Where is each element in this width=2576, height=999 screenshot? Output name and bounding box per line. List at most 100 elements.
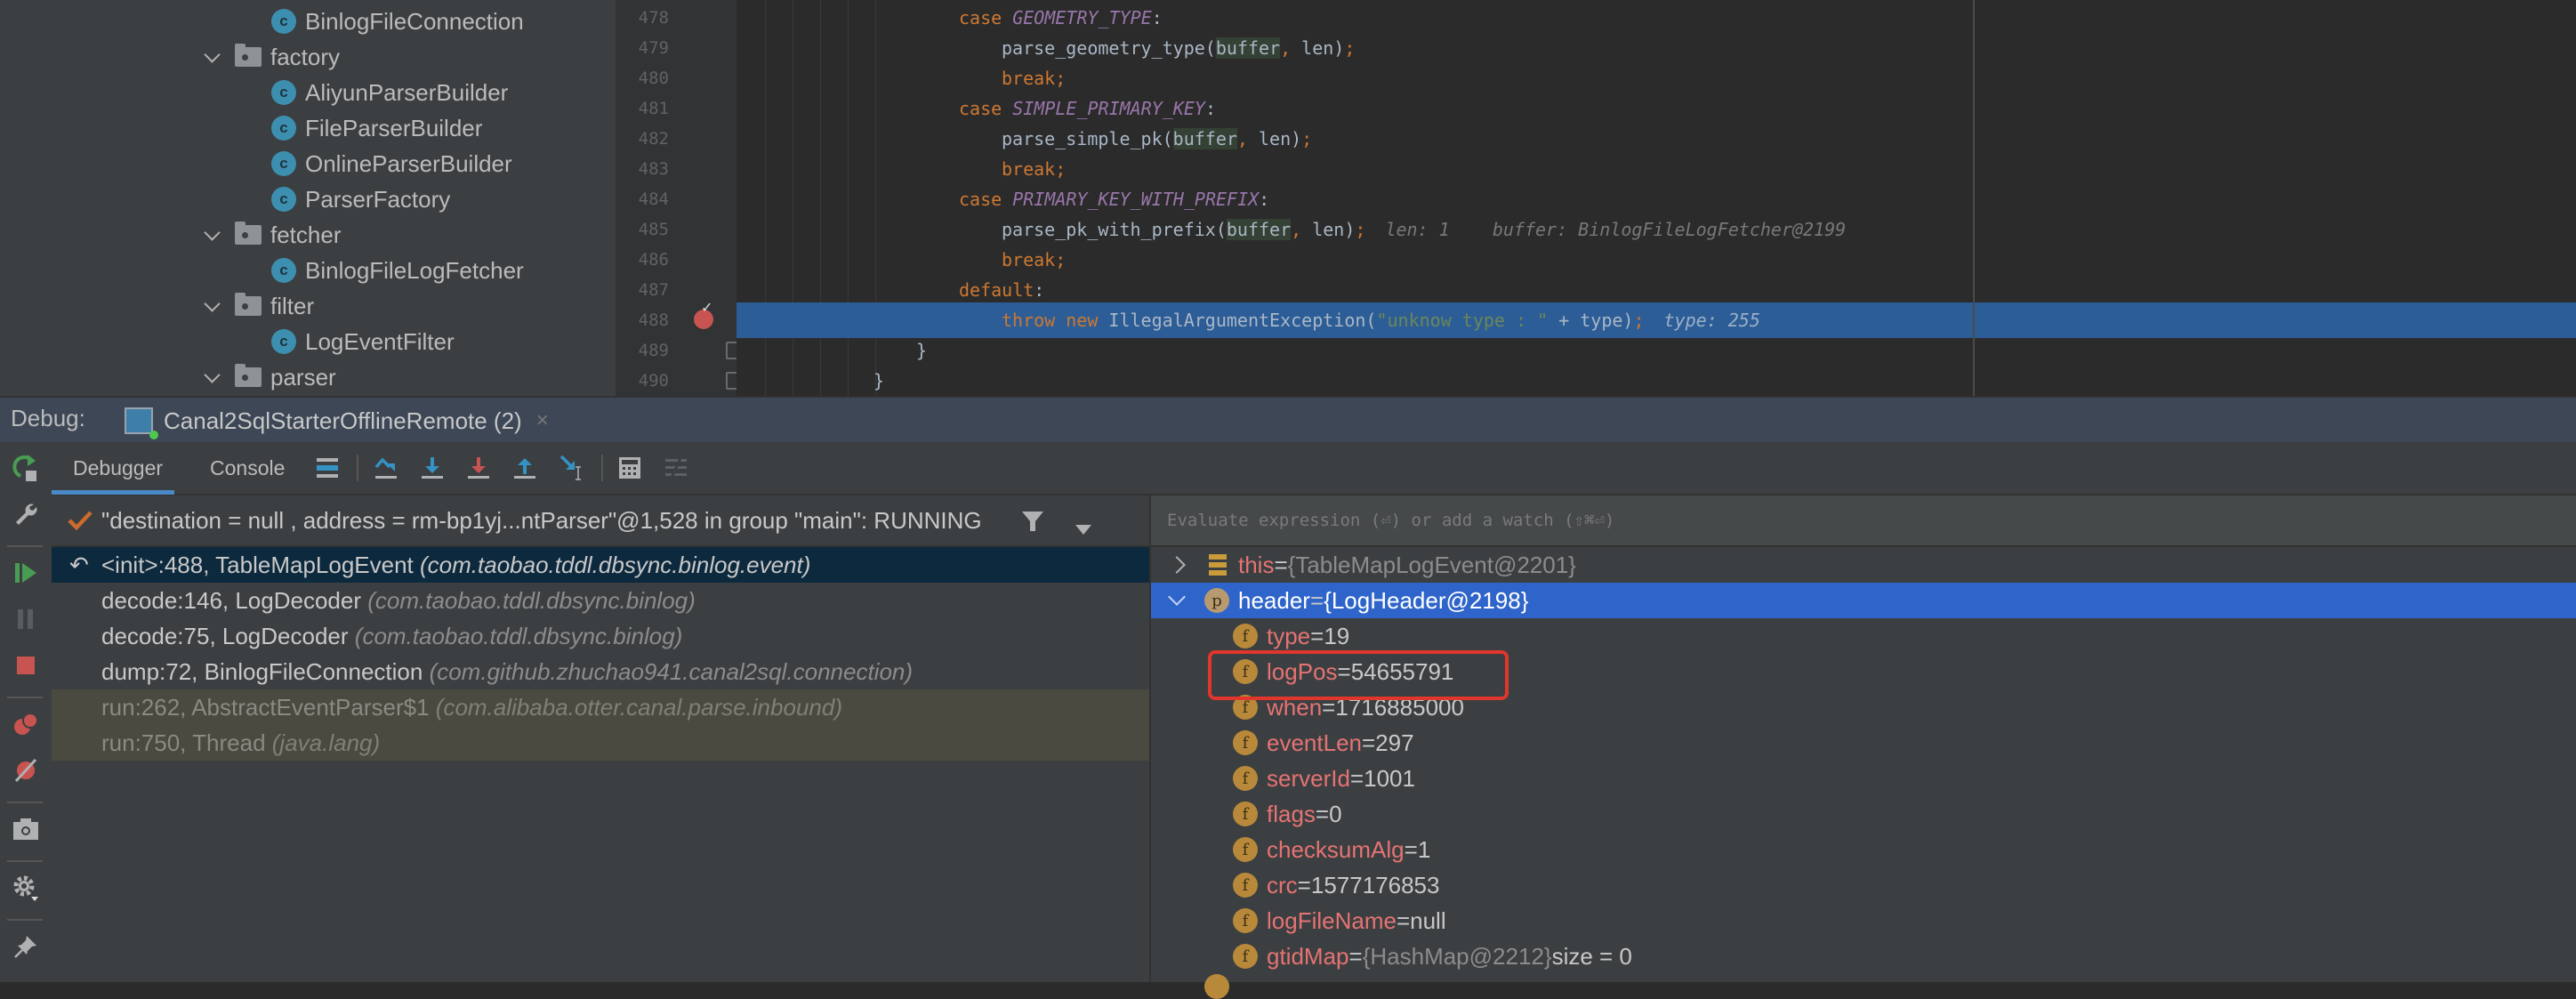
keyword: break; — [1002, 68, 1067, 89]
chevron-down-icon[interactable] — [203, 225, 222, 245]
frame-item[interactable]: ↶ <init>:488, TableMapLogEvent (com.taoba… — [52, 547, 1149, 583]
editor-gutter[interactable]: 478 479 480 481 482 483 484 485 486 487 … — [616, 0, 740, 396]
frame-package: (com.taobao.tddl.dbsync.binlog) — [367, 587, 696, 614]
tree-item-aliyunparserbuilder[interactable]: c AliyunParserBuilder — [271, 75, 508, 110]
tree-item-label: BinlogFileConnection — [305, 7, 524, 35]
tree-item-parserfactory[interactable]: c ParserFactory — [271, 181, 450, 217]
evaluate-expression-icon[interactable] — [612, 450, 648, 486]
breakpoint-icon[interactable] — [694, 299, 713, 329]
package-folder-icon — [235, 364, 262, 387]
step-into-icon[interactable] — [415, 450, 450, 486]
code-editor[interactable]: case GEOMETRY_TYPE: parse_geometry_type(… — [737, 0, 2576, 396]
tree-item-label: factory — [270, 43, 341, 70]
show-execution-point-icon[interactable] — [310, 450, 345, 486]
tree-item-onlineparserbuilder[interactable]: c OnlineParserBuilder — [271, 146, 512, 181]
tab-console[interactable]: Console — [210, 442, 285, 494]
tree-item-label: parser — [270, 363, 336, 391]
variable-value: 0 — [1329, 800, 1342, 827]
variable-row-field[interactable]: f gtidMap = {HashMap@2212} size = 0 — [1151, 939, 2576, 974]
field-icon: f — [1233, 873, 1258, 898]
variable-name: type — [1267, 622, 1311, 649]
view-breakpoints-icon[interactable] — [8, 706, 44, 742]
frame-item-library[interactable]: run:262, AbstractEventParser$1 (com.alib… — [52, 689, 1149, 725]
variable-row-field[interactable]: f crc = 1577176853 — [1151, 867, 2576, 903]
tree-item-factory[interactable]: factory — [203, 39, 340, 75]
tree-item-fileparserbuilder[interactable]: c FileParserBuilder — [271, 110, 482, 146]
force-step-into-icon[interactable] — [461, 450, 496, 486]
camera-icon[interactable] — [8, 811, 44, 847]
frame-item-library[interactable]: run:750, Thread (java.lang) — [52, 725, 1149, 761]
pause-icon[interactable] — [8, 601, 44, 637]
variable-row-field[interactable]: f checksumAlg = 1 — [1151, 832, 2576, 867]
code-text: len) — [1259, 128, 1302, 149]
constant: GEOMETRY_TYPE — [1012, 7, 1152, 28]
gear-icon[interactable] — [8, 870, 44, 906]
line-number: 490 — [638, 371, 669, 391]
chevron-down-icon[interactable] — [1168, 588, 1186, 606]
rerun-icon[interactable] — [8, 450, 44, 486]
stop-icon[interactable] — [8, 648, 44, 683]
step-over-icon[interactable] — [368, 450, 404, 486]
debug-side-toolbar — [0, 442, 53, 982]
pin-icon[interactable] — [8, 929, 44, 964]
chevron-down-icon[interactable] — [203, 296, 222, 316]
thread-selector[interactable]: "destination = null , address = rm-bp1yj… — [52, 495, 1149, 547]
frame-package: (com.taobao.tddl.dbsync.binlog) — [354, 623, 683, 649]
debug-session-tab[interactable]: Canal2SqlStarterOfflineRemote (2) × — [125, 398, 549, 444]
frame-method: decode:75, LogDecoder — [101, 623, 355, 649]
inline-debug-value: len: 1 buffer: BinlogFileLogFetcher@2199 — [1385, 219, 1847, 240]
frame-item[interactable]: decode:146, LogDecoder (com.taobao.tddl.… — [52, 583, 1149, 618]
variables-panel: this = {TableMapLogEvent@2201} p header … — [1149, 495, 2576, 999]
variable-name: checksumAlg — [1267, 835, 1405, 863]
trace-current-stream-icon[interactable] — [658, 450, 694, 486]
frame-method: run:262, AbstractEventParser$1 — [101, 694, 436, 721]
frame-item[interactable]: decode:75, LogDecoder (com.taobao.tddl.d… — [52, 618, 1149, 654]
tab-debugger[interactable]: Debugger — [73, 442, 163, 494]
code-text: , — [1280, 37, 1302, 59]
evaluate-expression-input[interactable] — [1165, 510, 2503, 531]
variable-row-header[interactable]: p header = {LogHeader@2198} — [1151, 583, 2576, 618]
close-icon[interactable]: × — [536, 408, 549, 433]
tree-item-binlogfilelogfetcher[interactable]: c BinlogFileLogFetcher — [271, 253, 524, 288]
variable-row-field[interactable]: f type = 19 — [1151, 618, 2576, 654]
frame-method: dump:72, BinlogFileConnection — [101, 658, 430, 685]
tree-item-label: filter — [270, 292, 315, 319]
code-line-490[interactable]: } — [737, 363, 2576, 396]
tree-item-filter[interactable]: filter — [203, 288, 314, 324]
frame-package: (com.taobao.tddl.dbsync.binlog.event) — [420, 552, 811, 578]
step-out-icon[interactable] — [507, 450, 543, 486]
variable-row-field[interactable]: f flags = 0 — [1151, 796, 2576, 832]
mute-breakpoints-icon[interactable] — [8, 753, 44, 788]
frame-item[interactable]: dump:72, BinlogFileConnection (com.githu… — [52, 654, 1149, 689]
keyword: break; — [1002, 249, 1067, 270]
tree-item-parser[interactable]: parser — [203, 359, 336, 395]
tree-item-binlogfileconnection[interactable]: c BinlogFileConnection — [271, 4, 524, 39]
dropdown-arrow-icon[interactable] — [1075, 515, 1092, 543]
resume-icon[interactable] — [8, 555, 44, 591]
field-icon-partial — [1204, 974, 1229, 999]
keyword: throw new — [1002, 310, 1109, 331]
variable-name: serverId — [1267, 764, 1350, 792]
settings-wrench-icon[interactable] — [8, 496, 44, 532]
variable-row-field[interactable]: f logFileName = null — [1151, 903, 2576, 939]
run-to-cursor-icon[interactable] — [555, 450, 591, 486]
tree-item-fetcher[interactable]: fetcher — [203, 217, 342, 253]
frame-return-icon: ↶ — [69, 552, 89, 578]
list-icon — [1208, 553, 1228, 576]
variable-row-this[interactable]: this = {TableMapLogEvent@2201} — [1151, 547, 2576, 583]
field-icon: f — [1233, 908, 1258, 933]
chevron-down-icon[interactable] — [203, 367, 222, 387]
variable-row-field[interactable]: f eventLen = 297 — [1151, 725, 2576, 761]
variable-name: gtidMap — [1267, 942, 1349, 970]
chevron-right-icon[interactable] — [1168, 556, 1186, 574]
code-text: parse_geometry_type( — [1002, 37, 1216, 59]
frame-package: (com.alibaba.otter.canal.parse.inbound) — [435, 694, 842, 721]
tree-item-logeventfilter[interactable]: c LogEventFilter — [271, 324, 455, 359]
class-icon: c — [271, 9, 296, 34]
frame-package: (java.lang) — [271, 729, 381, 756]
variable-value: 19 — [1324, 622, 1350, 649]
chevron-down-icon[interactable] — [203, 47, 222, 67]
variable-row-field[interactable]: f serverId = 1001 — [1151, 761, 2576, 796]
code-text: len) — [1301, 37, 1345, 59]
filter-icon[interactable] — [1021, 510, 1044, 539]
